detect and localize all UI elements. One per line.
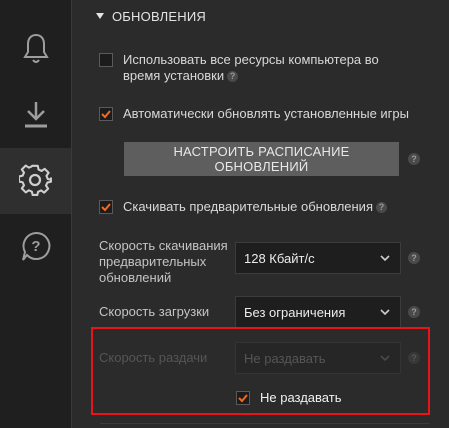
auto-update-checkbox[interactable]	[99, 107, 113, 121]
auto-update-label: Автоматически обновлять установленные иг…	[123, 106, 409, 121]
help-icon[interactable]: ?	[408, 306, 420, 318]
upload-speed-select: Не раздавать	[235, 342, 401, 374]
configure-schedule-button[interactable]: НАСТРОИТЬ РАСПИСАНИЕ ОБНОВЛЕНИЙ	[124, 142, 399, 176]
help-icon[interactable]: ?	[227, 71, 239, 83]
gear-icon	[18, 164, 53, 198]
checkmark-icon	[101, 203, 111, 212]
chevron-down-icon	[380, 309, 390, 315]
sidebar-item-notifications[interactable]	[0, 16, 71, 82]
no-seeding-label: Не раздавать	[260, 390, 342, 405]
settings-content: ОБНОВЛЕНИЯ Использовать все ресурсы комп…	[72, 0, 449, 428]
help-icon[interactable]: ?	[375, 202, 387, 214]
divider	[100, 423, 429, 424]
sidebar-item-downloads[interactable]	[0, 82, 71, 148]
bell-icon	[21, 32, 51, 66]
download-speed-label: Скорость загрузки	[99, 304, 210, 319]
chevron-down-icon	[380, 255, 390, 261]
help-chat-icon: ?	[19, 230, 53, 264]
upload-speed-label: Скорость раздачи	[99, 350, 208, 365]
use-all-resources-checkbox[interactable]	[99, 53, 113, 67]
checkmark-icon	[101, 110, 111, 119]
sidebar-item-settings[interactable]	[0, 148, 71, 214]
chevron-down-icon	[380, 355, 390, 361]
section-header-updates[interactable]: ОБНОВЛЕНИЯ	[96, 6, 206, 26]
upload-speed-value: Не раздавать	[244, 350, 326, 366]
preload-updates-checkbox[interactable]	[99, 200, 113, 214]
download-speed-value: Без ограничения	[244, 304, 346, 320]
checkmark-icon	[238, 394, 248, 403]
use-all-resources-label-2: время установки	[123, 68, 225, 83]
option-use-all-resources: Использовать все ресурсы компьютера во в…	[99, 52, 379, 84]
option-auto-update: Автоматически обновлять установленные иг…	[99, 106, 409, 122]
use-all-resources-label: Использовать все ресурсы компьютера во	[123, 52, 379, 67]
preload-speed-select[interactable]: 128 Кбайт/с	[235, 242, 401, 274]
sidebar-item-help[interactable]: ?	[0, 214, 71, 280]
help-icon[interactable]: ?	[408, 252, 420, 264]
download-icon	[21, 98, 51, 132]
preload-updates-label: Скачивать предварительные обновления	[123, 199, 373, 214]
download-speed-select[interactable]: Без ограничения	[235, 296, 401, 328]
caret-down-icon	[96, 13, 104, 19]
svg-text:?: ?	[31, 238, 40, 255]
preload-speed-label: Скорость скачивания предварительных обно…	[99, 238, 228, 285]
section-title: ОБНОВЛЕНИЯ	[112, 8, 206, 24]
no-seeding-checkbox[interactable]	[236, 391, 250, 405]
preload-speed-value: 128 Кбайт/с	[244, 250, 315, 266]
help-icon[interactable]: ?	[408, 153, 420, 165]
option-no-seeding: Не раздавать	[236, 390, 341, 406]
option-preload-updates: Скачивать предварительные обновления?	[99, 199, 387, 215]
sidebar: ?	[0, 0, 72, 428]
help-icon: ?	[408, 352, 420, 364]
